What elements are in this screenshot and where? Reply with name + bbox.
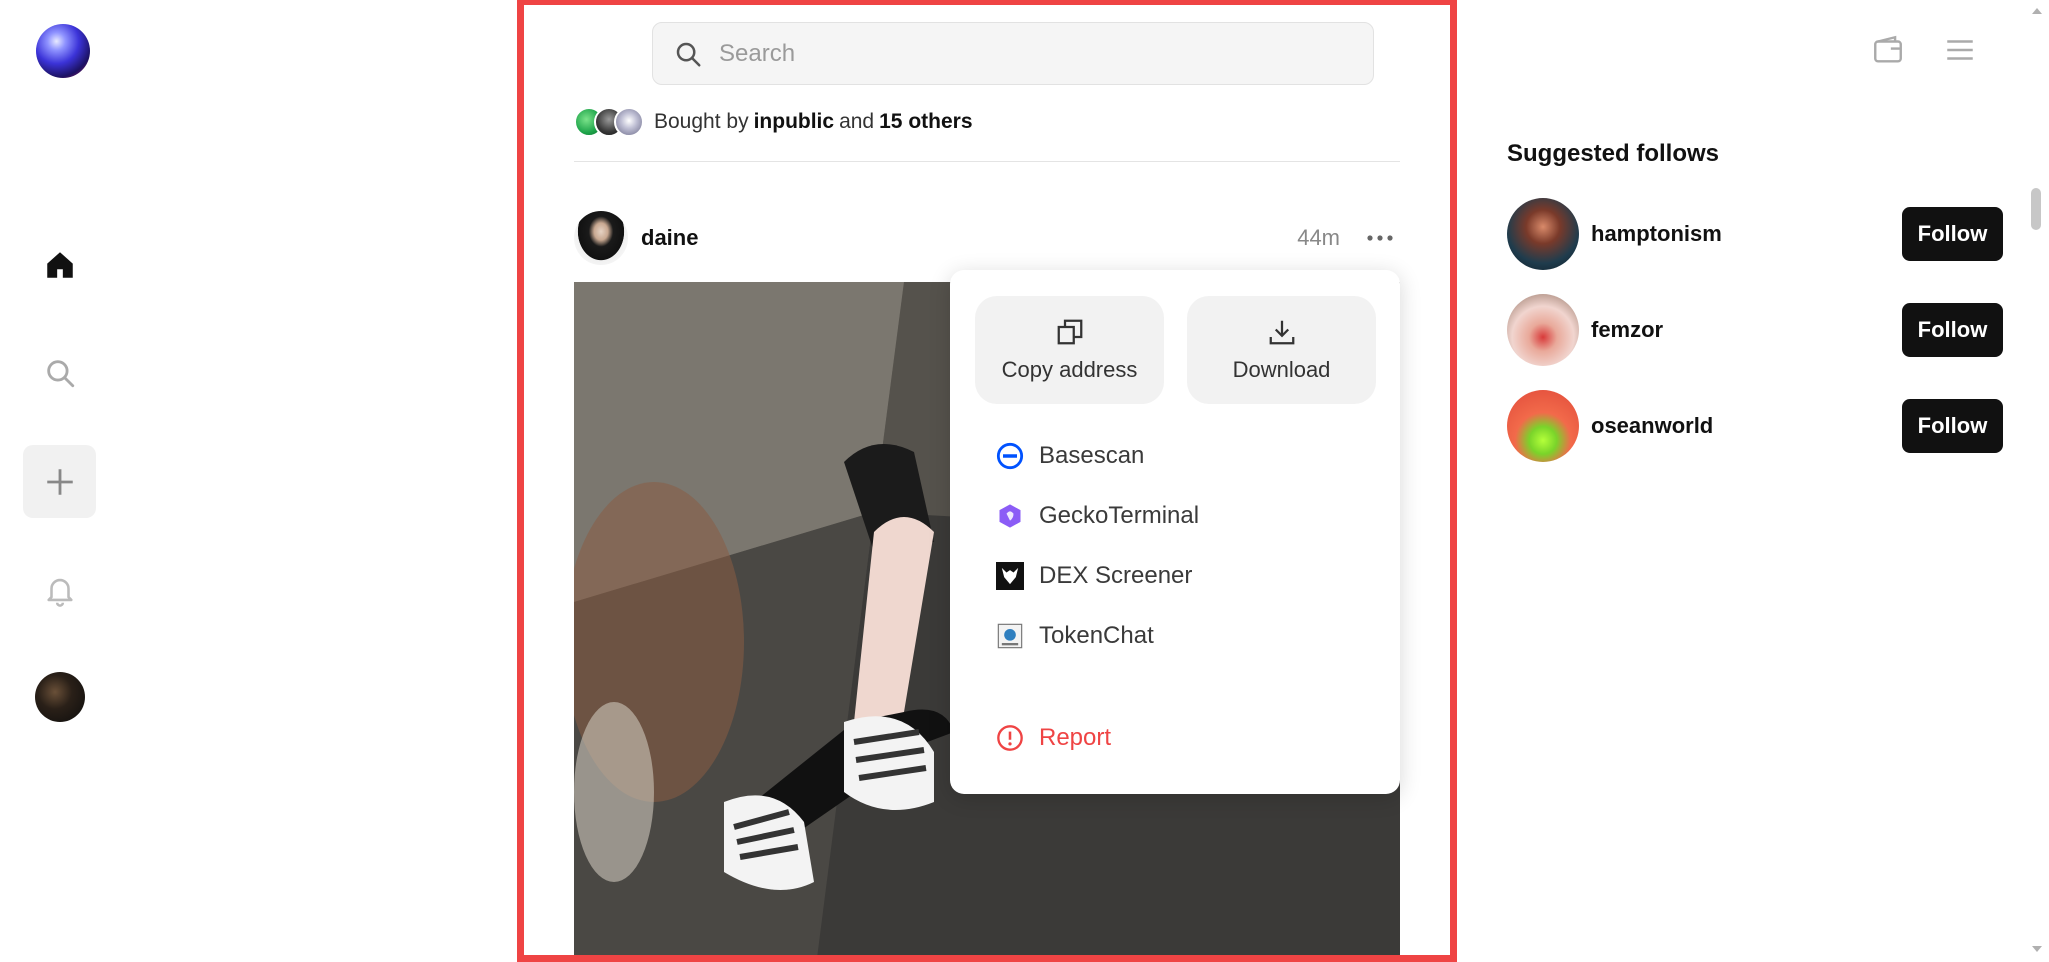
- menu-icon: [1947, 40, 1973, 60]
- suggested-username[interactable]: femzor: [1591, 317, 1663, 343]
- alert-circle-icon: [995, 723, 1025, 753]
- menu-item-basescan[interactable]: Basescan: [995, 436, 1144, 476]
- post-author-avatar[interactable]: [574, 211, 628, 265]
- nav-search[interactable]: [23, 336, 96, 409]
- nav-notifications[interactable]: [23, 553, 96, 626]
- suggested-user-row: oseanworld Follow: [1507, 390, 2003, 462]
- nav-create[interactable]: [23, 445, 96, 518]
- follow-button[interactable]: Follow: [1902, 303, 2003, 357]
- post-more-button[interactable]: [1360, 218, 1400, 258]
- geckoterminal-icon: [995, 501, 1025, 531]
- download-button[interactable]: Download: [1187, 296, 1376, 404]
- menu-item-label: TokenChat: [1039, 622, 1154, 649]
- activity-others-link[interactable]: 15 others: [879, 110, 972, 134]
- copy-icon: [1057, 319, 1082, 345]
- buyer-avatars: [574, 105, 646, 139]
- search-icon: [46, 359, 74, 387]
- nav-home[interactable]: [23, 228, 96, 301]
- download-label: Download: [1232, 357, 1331, 382]
- basescan-icon: [995, 441, 1025, 471]
- scroll-up-arrow[interactable]: [2031, 6, 2043, 16]
- search-bar[interactable]: [652, 22, 1374, 85]
- menu-item-label: DEX Screener: [1039, 562, 1193, 589]
- menu-item-report[interactable]: Report: [995, 718, 1111, 758]
- avatar[interactable]: [1507, 294, 1579, 366]
- download-icon: [1269, 320, 1294, 345]
- more-horizontal-icon: [1367, 235, 1393, 241]
- scroll-down-arrow[interactable]: [2031, 944, 2043, 954]
- search-input[interactable]: [719, 39, 1319, 68]
- nav-profile-avatar[interactable]: [35, 672, 85, 722]
- home-icon: [46, 251, 73, 278]
- tokenchat-icon: [995, 621, 1025, 651]
- plus-icon: [46, 468, 73, 495]
- follow-button[interactable]: Follow: [1902, 207, 2003, 261]
- menu-button[interactable]: [1940, 30, 1980, 70]
- activity-prefix: Bought by: [654, 110, 749, 133]
- wallet-button[interactable]: [1868, 30, 1908, 70]
- avatar: [614, 107, 644, 137]
- suggested-username[interactable]: oseanworld: [1591, 413, 1713, 439]
- menu-item-label: GeckoTerminal: [1039, 502, 1200, 529]
- activity-user-link[interactable]: inpublic: [754, 110, 835, 134]
- post-author-name[interactable]: daine: [641, 225, 698, 251]
- suggested-user-row: hamptonism Follow: [1507, 198, 2003, 270]
- app-logo[interactable]: [36, 24, 90, 78]
- copy-address-button[interactable]: Copy address: [975, 296, 1164, 404]
- divider: [574, 161, 1400, 162]
- menu-item-dexscreener[interactable]: DEX Screener: [995, 556, 1192, 596]
- menu-item-tokenchat[interactable]: TokenChat: [995, 616, 1154, 656]
- menu-item-label: Basescan: [1039, 442, 1145, 469]
- menu-item-geckoterminal[interactable]: GeckoTerminal: [995, 496, 1199, 536]
- suggested-follows-title: Suggested follows: [1507, 140, 1720, 167]
- copy-address-label: Copy address: [1001, 357, 1138, 382]
- wallet-icon: [1874, 35, 1902, 63]
- activity-conjunction: and: [839, 110, 875, 133]
- search-icon: [676, 42, 701, 66]
- suggested-user-row: femzor Follow: [1507, 294, 2003, 366]
- post-timestamp: 44m: [1297, 225, 1340, 250]
- menu-item-label: Report: [1039, 724, 1112, 751]
- avatar[interactable]: [1507, 198, 1579, 270]
- bell-icon: [46, 578, 73, 607]
- scrollbar-thumb[interactable]: [2031, 188, 2041, 230]
- follow-button[interactable]: Follow: [1902, 399, 2003, 453]
- post-header: daine 44m: [574, 210, 1400, 266]
- activity-line: Bought by inpublic and 15 others: [574, 105, 978, 139]
- post-options-menu: Copy address Download Basescan GeckoTerm…: [950, 270, 1400, 794]
- avatar[interactable]: [1507, 390, 1579, 462]
- suggested-username[interactable]: hamptonism: [1591, 221, 1722, 247]
- dexscreener-icon: [995, 561, 1025, 591]
